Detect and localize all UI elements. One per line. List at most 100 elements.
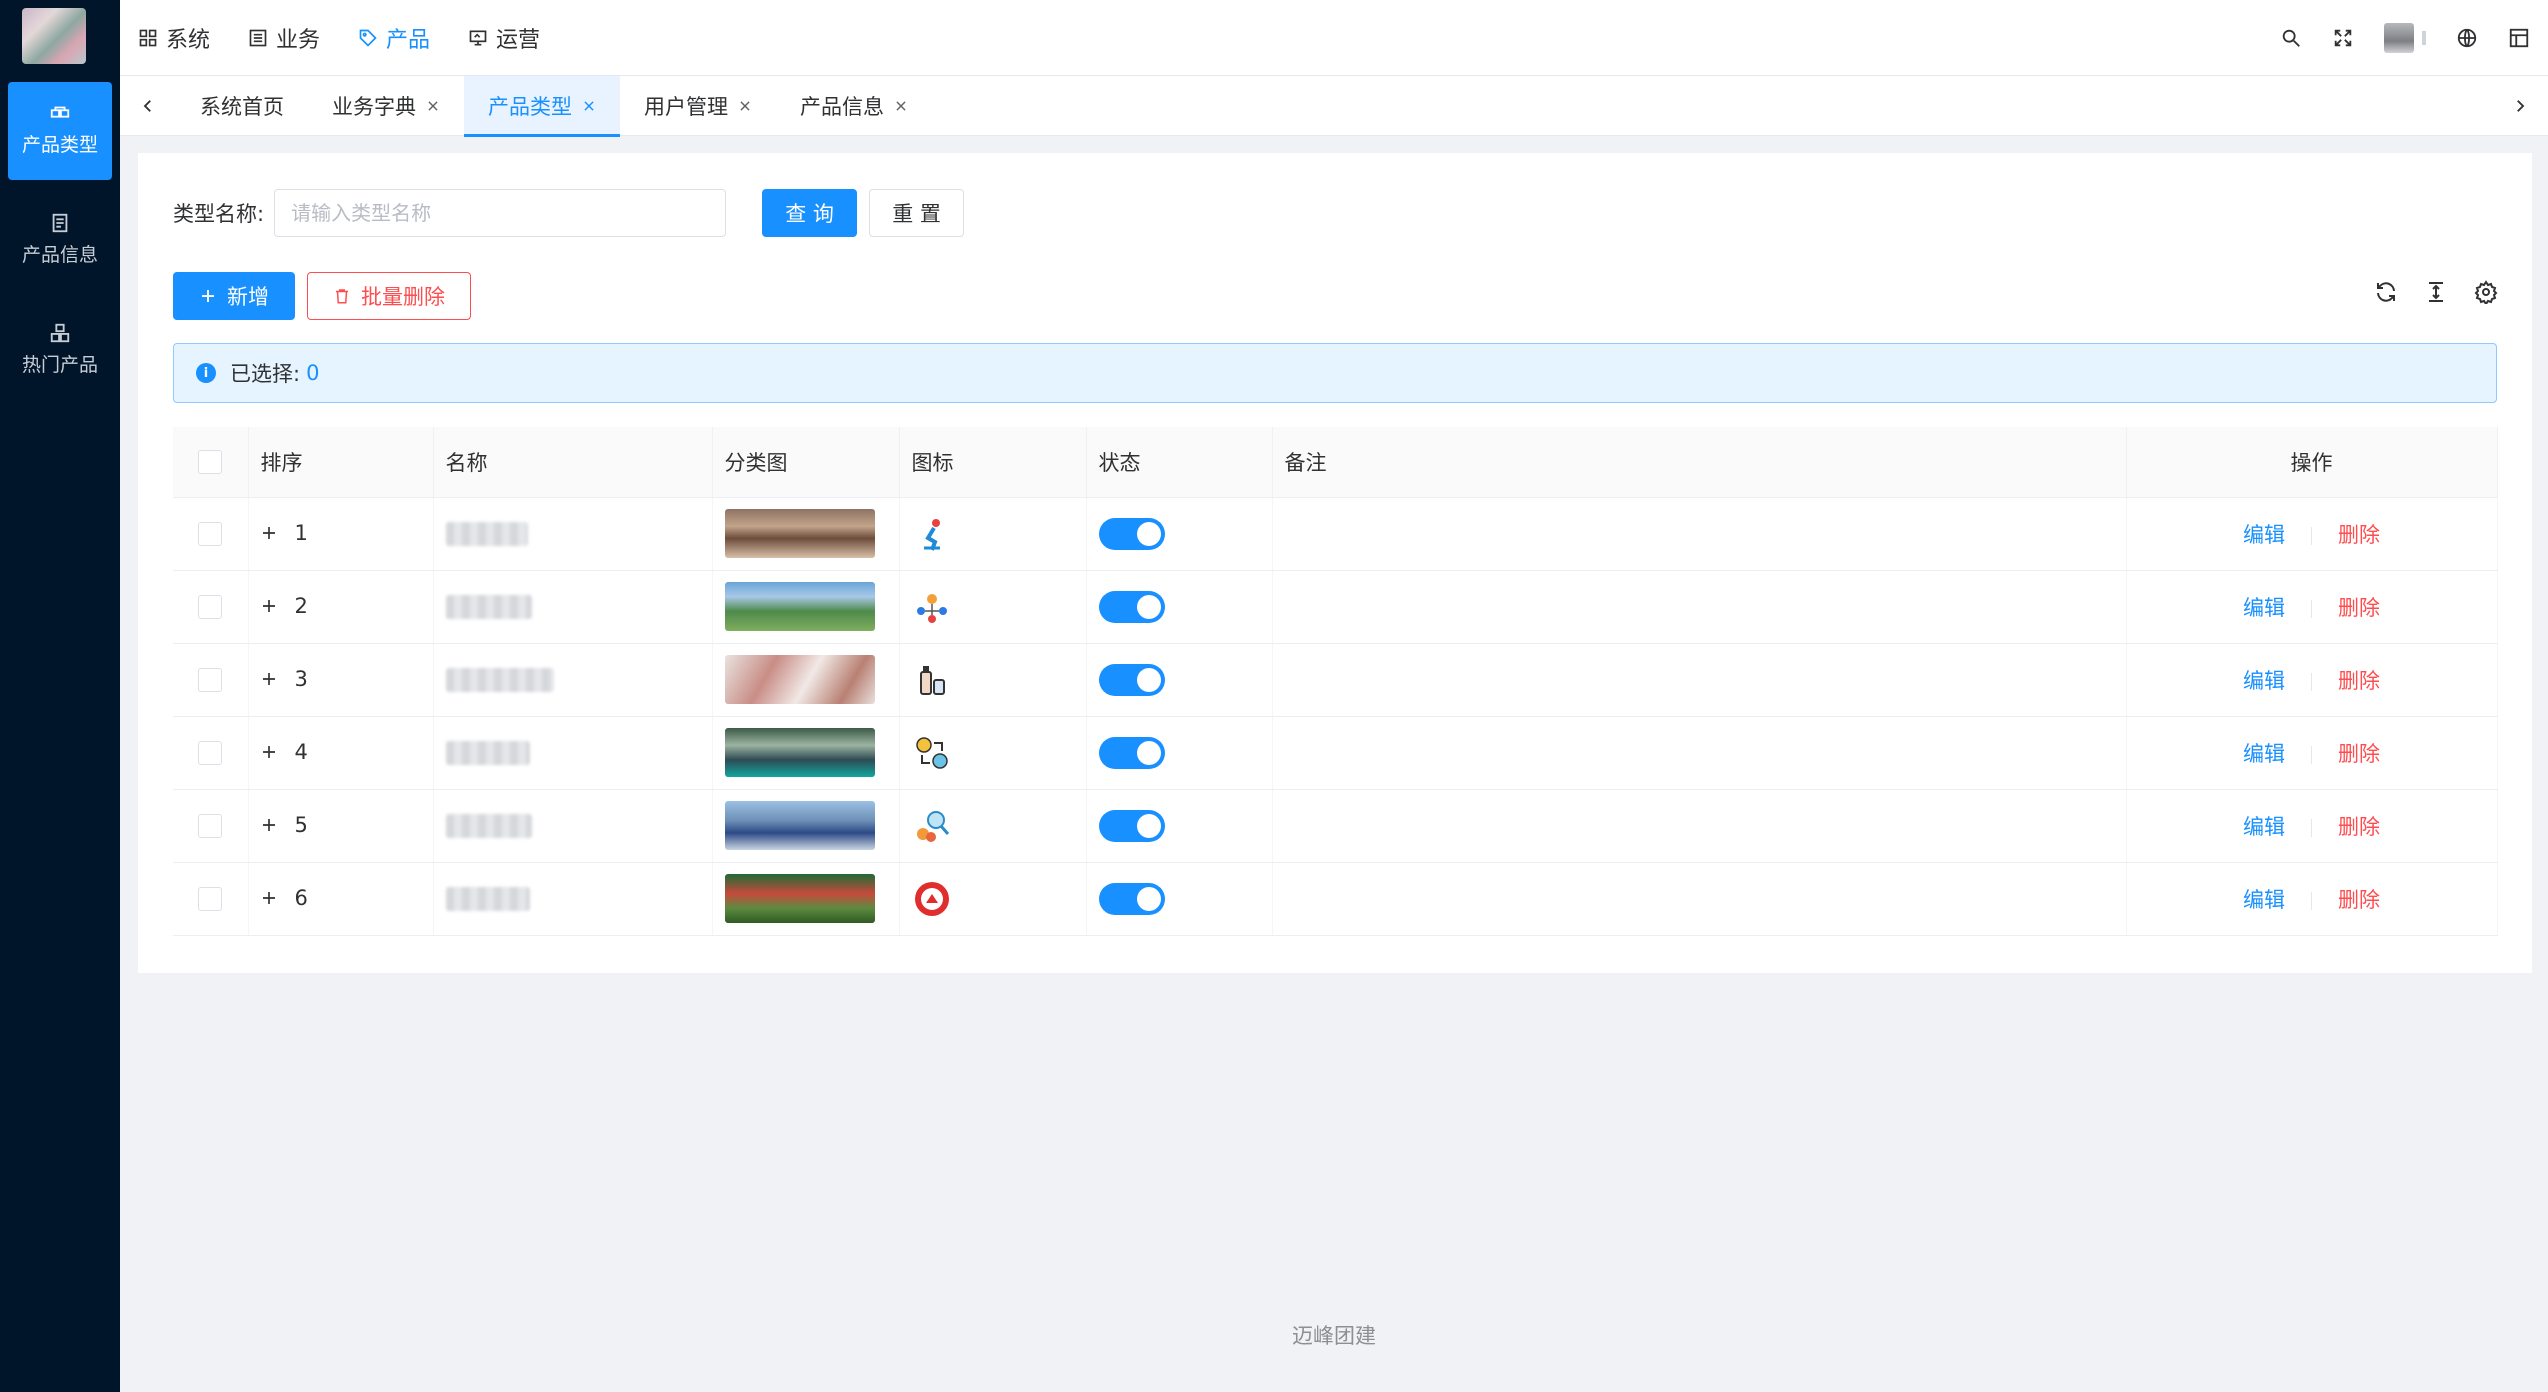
edit-link[interactable]: 编辑: [2243, 596, 2285, 620]
search-icon[interactable]: [2280, 27, 2302, 49]
query-button[interactable]: 查 询: [762, 189, 858, 237]
tab-label: 产品类型: [488, 95, 572, 119]
document-icon: [52, 213, 68, 233]
party-emblem-icon: [914, 881, 949, 916]
category-image[interactable]: [724, 874, 875, 923]
tab-label: 用户管理: [644, 95, 728, 119]
status-switch[interactable]: [1098, 809, 1165, 842]
edit-link[interactable]: 编辑: [2243, 888, 2285, 912]
sort-cell: 5: [248, 789, 434, 863]
top-menu-product[interactable]: 产品: [358, 22, 430, 54]
select-all-checkbox[interactable]: [198, 450, 223, 475]
row-checkbox[interactable]: [198, 595, 223, 619]
delete-link[interactable]: 删除: [2338, 669, 2380, 693]
column-height-icon[interactable]: [2424, 280, 2448, 304]
edit-link[interactable]: 编辑: [2243, 523, 2285, 547]
grid-icon: [139, 29, 157, 47]
category-image[interactable]: [724, 509, 875, 558]
tab-product-type[interactable]: 产品类型: [464, 76, 620, 137]
search-people-icon: [916, 810, 949, 842]
reset-button-label: 重 置: [892, 202, 941, 226]
expand-plus-icon[interactable]: [261, 598, 277, 614]
status-cell: [1086, 497, 1273, 571]
expand-plus-icon[interactable]: [261, 744, 277, 760]
close-icon[interactable]: [426, 99, 440, 113]
edit-link[interactable]: 编辑: [2243, 669, 2285, 693]
avatar[interactable]: [2384, 23, 2414, 53]
status-switch[interactable]: [1098, 663, 1165, 696]
reset-button[interactable]: 重 置: [869, 189, 965, 237]
column-header-actions: 操作: [2126, 427, 2498, 498]
expand-plus-icon[interactable]: [261, 890, 277, 906]
delete-link[interactable]: 删除: [2338, 888, 2380, 912]
edit-link[interactable]: 编辑: [2243, 742, 2285, 766]
row-checkbox[interactable]: [198, 814, 223, 838]
delete-link[interactable]: 删除: [2338, 742, 2380, 766]
tabs-scroll-right[interactable]: [2492, 76, 2548, 136]
close-icon[interactable]: [894, 99, 908, 113]
sidebar-item-product-info[interactable]: 产品信息: [8, 192, 112, 290]
close-icon[interactable]: [582, 99, 596, 113]
layout-icon[interactable]: [2508, 27, 2530, 49]
status-switch[interactable]: [1098, 590, 1165, 623]
sidebar-item-product-type[interactable]: 产品类型: [8, 82, 112, 180]
status-switch[interactable]: [1098, 517, 1165, 550]
row-checkbox[interactable]: [198, 668, 223, 692]
status-switch[interactable]: [1098, 882, 1165, 915]
delete-link[interactable]: 删除: [2338, 523, 2380, 547]
category-image[interactable]: [724, 801, 875, 850]
row-checkbox[interactable]: [198, 522, 223, 546]
column-header-name: 名称: [433, 427, 713, 498]
table-header: 排序 名称 分类图 图标 状态 备注 操作: [173, 427, 2498, 498]
tab-home[interactable]: 系统首页: [176, 76, 308, 136]
remark-cell: [1272, 570, 2127, 644]
category-image[interactable]: [724, 582, 875, 631]
table-tools: [2374, 280, 2498, 304]
sidebar-item-hot-product[interactable]: 热门产品: [8, 302, 112, 400]
top-menu-operation[interactable]: 运营: [468, 22, 540, 54]
type-name-input[interactable]: [274, 189, 727, 237]
name-cell: [433, 789, 713, 863]
trash-icon: [336, 289, 348, 304]
column-header-status: 状态: [1086, 427, 1273, 498]
sort-cell: 2: [248, 570, 434, 644]
chevron-left-icon: [143, 100, 151, 112]
tab-product-info[interactable]: 产品信息: [776, 76, 932, 136]
table-row: 4 编辑 删除: [173, 716, 2498, 790]
refresh-icon[interactable]: [2374, 280, 2398, 304]
top-menu-business[interactable]: 业务: [248, 22, 320, 54]
tabs: 系统首页 业务字典 产品类型 用户管理 产品信息: [176, 76, 932, 137]
network-people-icon: [916, 593, 947, 623]
row-checkbox[interactable]: [198, 887, 223, 911]
delete-link[interactable]: 删除: [2338, 596, 2380, 620]
globe-icon[interactable]: [2456, 27, 2478, 49]
icon-cell: [899, 716, 1087, 790]
expand-plus-icon[interactable]: [261, 817, 277, 833]
tab-business-dictionary[interactable]: 业务字典: [308, 76, 464, 136]
name-cell: [433, 643, 713, 717]
category-image[interactable]: [724, 655, 875, 704]
category-image[interactable]: [724, 728, 875, 777]
app-logo[interactable]: [22, 8, 86, 64]
tabs-scroll-left[interactable]: [120, 76, 176, 136]
delete-link[interactable]: 删除: [2338, 815, 2380, 839]
image-cell: [712, 862, 900, 936]
actions-cell: 编辑 删除: [2126, 789, 2498, 863]
top-menu-label: 系统: [166, 28, 211, 53]
top-menu-system[interactable]: 系统: [138, 22, 210, 54]
expand-plus-icon[interactable]: [261, 525, 277, 541]
fullscreen-icon[interactable]: [2332, 27, 2354, 49]
edit-link[interactable]: 编辑: [2243, 815, 2285, 839]
tab-user-management[interactable]: 用户管理: [620, 76, 776, 136]
close-icon[interactable]: [738, 99, 752, 113]
expand-plus-icon[interactable]: [261, 671, 277, 687]
add-button[interactable]: 新增: [173, 272, 295, 320]
settings-icon[interactable]: [2474, 280, 2498, 304]
actions-cell: 编辑 删除: [2126, 497, 2498, 571]
sidebar-item-label: 产品类型: [21, 134, 98, 156]
sidebar: 产品类型 产品信息 热门产品: [0, 0, 120, 1392]
row-checkbox[interactable]: [198, 741, 223, 765]
status-switch[interactable]: [1098, 736, 1165, 769]
remark-cell: [1272, 497, 2127, 571]
batch-delete-button[interactable]: 批量删除: [307, 272, 471, 320]
